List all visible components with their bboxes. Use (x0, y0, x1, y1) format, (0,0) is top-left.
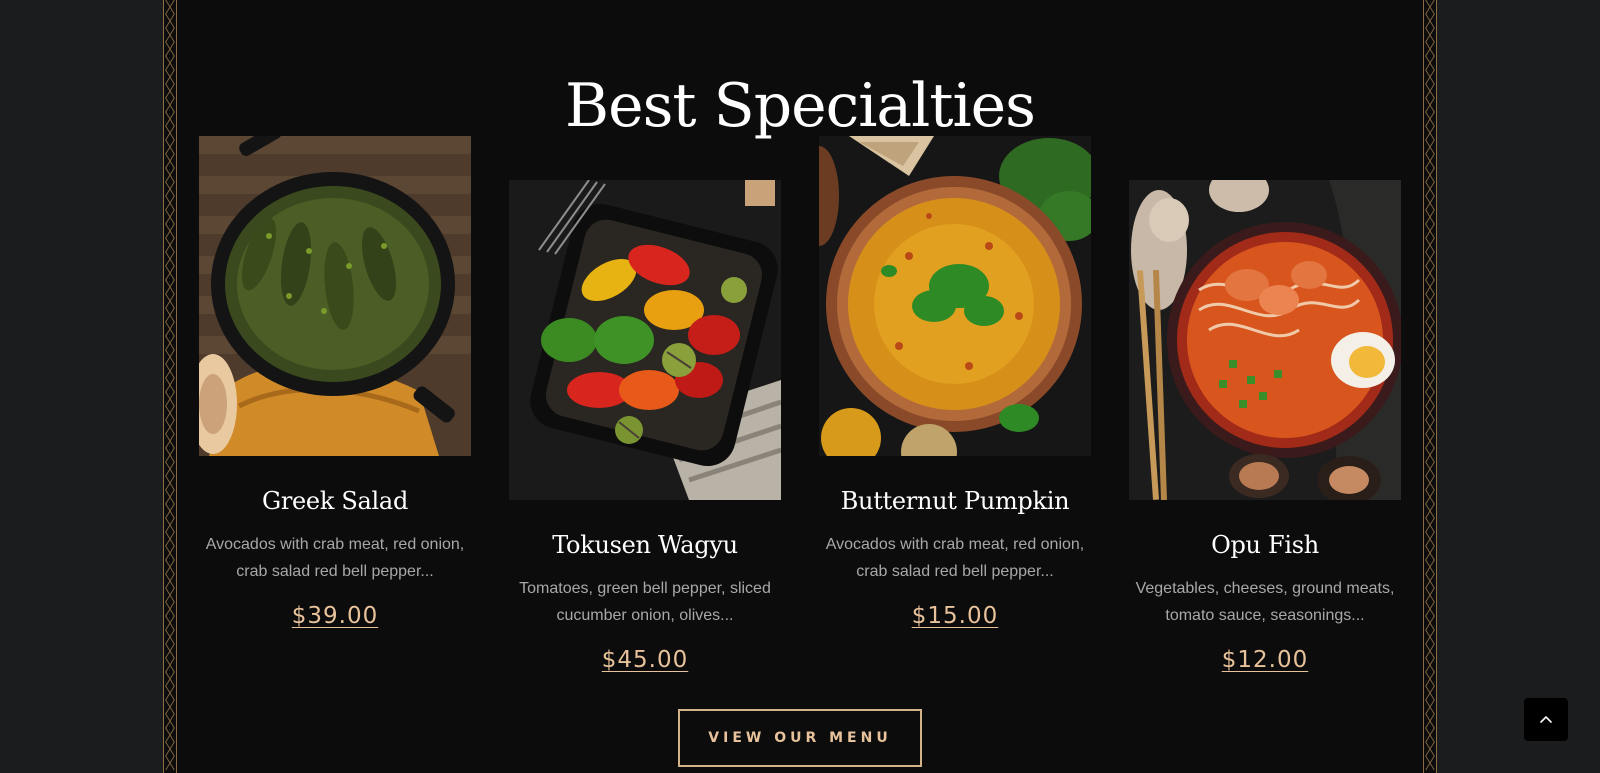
section-title: Best Specialties (565, 71, 1036, 142)
dish-image[interactable] (199, 136, 471, 456)
dish-description: Avocados with crab meat, red onion, crab… (825, 536, 1085, 580)
view-menu-button[interactable]: VIEW OUR MENU (678, 709, 922, 767)
dish-image[interactable] (509, 180, 781, 500)
dish-photo-tokusen-wagyu (509, 180, 781, 500)
dish-image[interactable] (819, 136, 1091, 456)
dish-description: Tomatoes, green bell pepper, sliced cucu… (519, 580, 771, 624)
dish-card[interactable]: Opu Fish Vegetables, cheeses, ground mea… (1129, 180, 1401, 675)
dish-card[interactable]: Tokusen Wagyu Tomatoes, green bell peppe… (509, 180, 781, 675)
dish-photo-greek-salad (199, 136, 471, 456)
dish-photo-butternut-pumpkin (819, 136, 1091, 456)
dish-name: Greek Salad (261, 487, 409, 515)
scroll-to-top-button[interactable] (1524, 698, 1568, 741)
dish-name: Opu Fish (1211, 531, 1319, 559)
dish-card[interactable]: Greek Salad Avocados with crab meat, red… (199, 136, 471, 631)
dish-price-link[interactable]: $39.00 (292, 601, 378, 631)
dish-price-link[interactable]: $45.00 (602, 645, 688, 675)
dish-price-link[interactable]: $12.00 (1222, 645, 1308, 675)
dish-image[interactable] (1129, 180, 1401, 500)
dish-photo-opu-fish (1129, 180, 1401, 500)
dish-price-link[interactable]: $15.00 (912, 601, 998, 631)
chevron-up-icon (1540, 716, 1552, 723)
page: Best Specialties Greek Salad Avocados wi… (0, 0, 1600, 773)
dish-description: Vegetables, cheeses, ground meats, tomat… (1135, 580, 1395, 624)
dish-name: Butternut Pumpkin (840, 487, 1070, 515)
dish-name: Tokusen Wagyu (552, 531, 738, 559)
dish-card[interactable]: Butternut Pumpkin Avocados with crab mea… (819, 136, 1091, 631)
dish-description: Avocados with crab meat, red onion, crab… (205, 536, 465, 580)
